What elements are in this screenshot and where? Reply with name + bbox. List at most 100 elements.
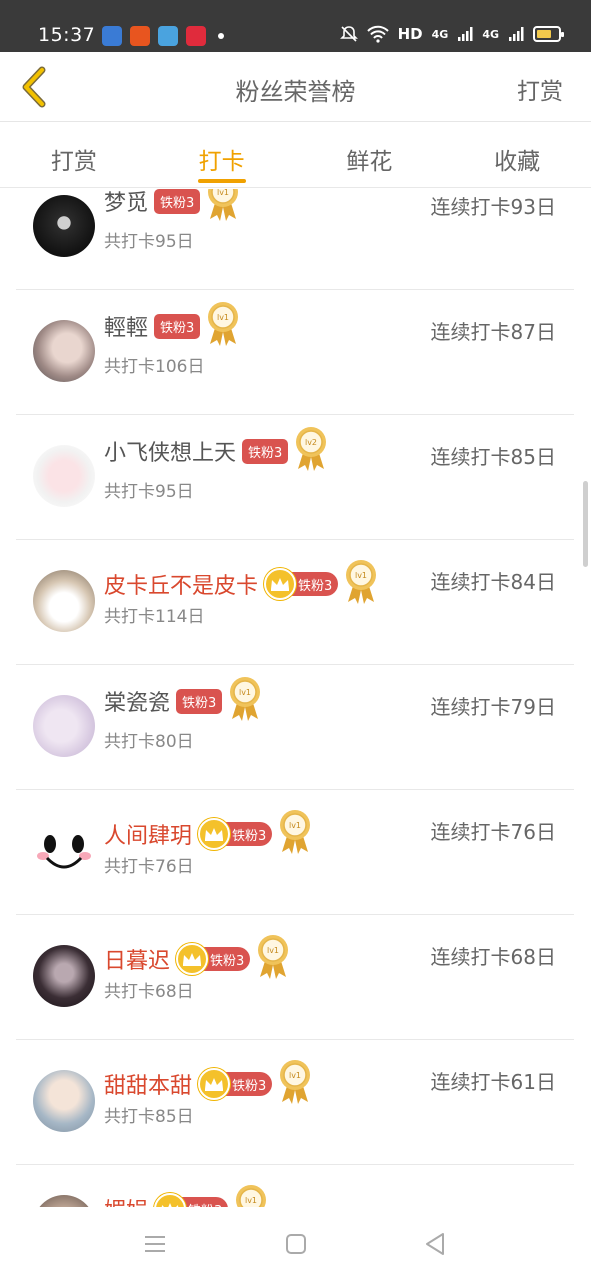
app-notification-icon [130, 26, 150, 46]
fan-name[interactable]: 輕輕 [104, 310, 148, 342]
fan-row[interactable]: 媚娟 铁粉3 lv1 [16, 1165, 574, 1207]
fan-row[interactable]: 日暮迟 铁粉3 lv1 共打卡68日 连续打卡68日 [16, 915, 574, 1040]
name-line: 梦觅 铁粉3 lv1 [104, 189, 240, 227]
avatar[interactable] [33, 945, 95, 1007]
avatar[interactable] [33, 1070, 95, 1132]
battery-icon [533, 26, 564, 42]
fan-row[interactable]: 小飞侠想上天 铁粉3 lv2 共打卡95日 连续打卡85日 [16, 415, 574, 540]
fan-badge: 铁粉3 [242, 438, 289, 464]
status-bar: 15:37 HD 4G 4G [0, 0, 591, 52]
fan-row[interactable]: 甜甜本甜 铁粉3 lv1 共打卡85日 连续打卡61日 [16, 1040, 574, 1165]
signal-label: 4G [431, 27, 449, 41]
fan-badge-label: 铁粉3 [242, 438, 289, 464]
name-line: 媚娟 铁粉3 lv1 [104, 1183, 268, 1207]
level-medal: lv2 [294, 425, 328, 477]
streak-days: 连续打卡93日 [430, 195, 556, 219]
avatar[interactable] [33, 320, 95, 382]
crown-icon [198, 1068, 231, 1100]
fan-badge: 铁粉3 [176, 688, 223, 714]
svg-text:lv1: lv1 [245, 1196, 257, 1205]
fan-name[interactable]: 人间肆玥 [104, 818, 192, 850]
total-checkins: 共打卡114日 [104, 607, 205, 627]
avatar[interactable] [33, 1195, 95, 1207]
name-line: 小飞侠想上天 铁粉3 lv2 [104, 425, 328, 477]
streak-days: 连续打卡84日 [430, 570, 556, 594]
level-medal-icon: lv1 [236, 1185, 267, 1207]
fan-badge-label: 铁粉3 [176, 688, 223, 714]
signal-label: 4G [482, 27, 499, 41]
streak-days: 连续打卡85日 [430, 445, 556, 469]
avatar[interactable] [33, 195, 95, 257]
total-checkins: 共打卡106日 [104, 357, 205, 377]
fan-badge: 铁粉3 [154, 189, 201, 214]
fan-name[interactable]: 棠瓷瓷 [104, 685, 170, 717]
fan-row[interactable]: 輕輕 铁粉3 lv1 共打卡106日 连续打卡87日 [16, 290, 574, 415]
avatar[interactable] [33, 445, 95, 507]
name-line: 棠瓷瓷 铁粉3 lv1 [104, 675, 262, 727]
total-checkins: 共打卡76日 [104, 857, 194, 877]
fan-badge: 铁粉3 [154, 313, 201, 339]
system-status-icons: HD 4G 4G [339, 25, 564, 43]
total-checkins: 共打卡95日 [104, 482, 194, 502]
level-medal: lv1 [278, 1058, 312, 1110]
level-medal-icon: lv1 [346, 560, 377, 604]
fan-name[interactable]: 梦觅 [104, 189, 148, 217]
fan-name[interactable]: 小飞侠想上天 [104, 435, 236, 467]
app-header: 粉丝荣誉榜 打赏 [0, 52, 591, 122]
fan-row[interactable]: 皮卡丘不是皮卡 铁粉3 lv1 共打卡114日 连续打卡84日 [16, 540, 574, 665]
level-medal-icon: lv2 [296, 427, 327, 471]
smiley-avatar-icon [37, 835, 91, 869]
app-notification-icon [158, 26, 178, 46]
streak-days: 连续打卡87日 [430, 320, 556, 344]
fan-name[interactable]: 媚娟 [104, 1193, 148, 1207]
notification-icons [102, 26, 224, 46]
svg-text:lv1: lv1 [289, 1071, 301, 1080]
fan-name[interactable]: 甜甜本甜 [104, 1068, 192, 1100]
level-medal: lv1 [228, 675, 262, 727]
fan-name[interactable]: 日暮迟 [104, 943, 170, 975]
back-icon[interactable] [422, 1231, 448, 1257]
app-notification-icon [102, 26, 122, 46]
fan-name[interactable]: 皮卡丘不是皮卡 [104, 568, 258, 600]
page-title: 粉丝荣誉榜 [235, 78, 356, 106]
level-medal: lv1 [234, 1183, 268, 1207]
scrollbar[interactable] [583, 481, 588, 567]
svg-text:lv1: lv1 [217, 189, 229, 197]
fan-row[interactable]: 棠瓷瓷 铁粉3 lv1 共打卡80日 连续打卡79日 [16, 665, 574, 790]
level-medal-icon: lv1 [280, 1060, 311, 1104]
fan-badge-label: 铁粉3 [154, 313, 201, 339]
level-medal: lv1 [256, 933, 290, 985]
home-icon[interactable] [283, 1231, 309, 1257]
avatar[interactable] [33, 570, 95, 632]
avatar[interactable] [33, 820, 95, 882]
tab-flowers[interactable]: 鲜花 [296, 122, 444, 187]
svg-text:lv1: lv1 [217, 313, 229, 322]
crown-icon [154, 1193, 187, 1207]
checkin-ranking-list[interactable]: 梦觅 铁粉3 lv1 共打卡95日 连续打卡93日 輕輕 铁粉3 lv1 共打卡106日… [0, 189, 591, 1207]
fan-badge: 铁粉3 [198, 818, 273, 850]
wifi-icon [366, 25, 389, 43]
menu-icon[interactable] [142, 1231, 168, 1257]
name-line: 輕輕 铁粉3 lv1 [104, 300, 240, 352]
level-medal-icon: lv1 [230, 677, 261, 721]
level-medal: lv1 [206, 300, 240, 352]
svg-text:lv2: lv2 [305, 438, 317, 447]
tab-checkin[interactable]: 打卡 [148, 122, 296, 187]
avatar[interactable] [33, 695, 95, 757]
bell-off-icon [339, 26, 358, 42]
total-checkins: 共打卡80日 [104, 732, 194, 752]
tab-reward[interactable]: 打赏 [0, 122, 148, 187]
reward-button[interactable]: 打赏 [517, 72, 563, 106]
svg-text:lv1: lv1 [289, 821, 301, 830]
streak-days: 连续打卡76日 [430, 820, 556, 844]
tab-favorites[interactable]: 收藏 [443, 122, 591, 187]
streak-days: 连续打卡79日 [430, 695, 556, 719]
streak-days: 连续打卡61日 [430, 1070, 556, 1094]
level-medal-icon: lv1 [208, 302, 239, 346]
fan-row[interactable]: 人间肆玥 铁粉3 lv1 共打卡76日 连续打卡76日 [16, 790, 574, 915]
fan-row[interactable]: 梦觅 铁粉3 lv1 共打卡95日 连续打卡93日 [16, 189, 574, 290]
network-label: HD [397, 25, 423, 43]
crown-icon [198, 818, 231, 850]
system-nav-bar [0, 1207, 591, 1280]
fan-badge: 铁粉3 [264, 568, 339, 600]
